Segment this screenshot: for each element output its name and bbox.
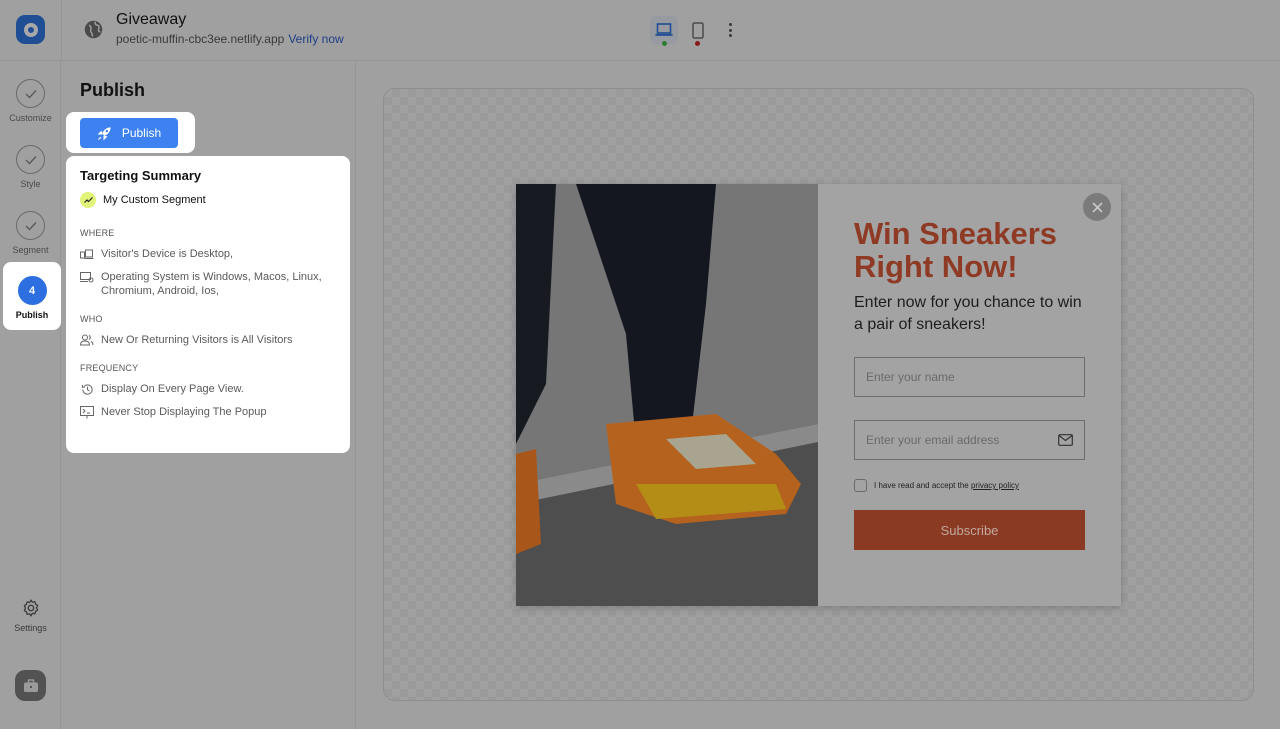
sneaker-photo [516, 184, 818, 606]
laptop-icon [655, 23, 673, 36]
step-rail: Customize Style Segment 4 Publish Settin… [0, 61, 61, 729]
email-input[interactable]: Enter your email address [854, 420, 1085, 460]
step-label: Customize [9, 113, 52, 123]
verify-now-link[interactable]: Verify now [288, 32, 343, 46]
trend-icon [80, 192, 96, 208]
mail-icon [1058, 434, 1073, 446]
frequency-label: FREQUENCY [80, 363, 139, 373]
subscribe-button[interactable]: Subscribe [854, 510, 1085, 550]
privacy-checkbox[interactable] [854, 479, 867, 492]
mobile-view-button[interactable] [684, 16, 712, 44]
email-placeholder: Enter your email address [866, 433, 1000, 447]
mobile-status-dot [695, 41, 700, 46]
settings-button[interactable]: Settings [0, 596, 61, 633]
site-title: Giveaway [116, 11, 187, 28]
frequency-item: Display On Every Page View. [80, 382, 336, 396]
where-text: Operating System is Windows, Macos, Linu… [101, 271, 322, 297]
step-number: 4 [17, 276, 47, 305]
popup-preview: Win Sneakers Right Now! Enter now for yo… [516, 184, 1121, 606]
publish-button[interactable]: Publish [80, 118, 178, 148]
name-input[interactable]: Enter your name [854, 357, 1085, 397]
phone-icon [692, 21, 704, 39]
name-placeholder: Enter your name [866, 370, 955, 384]
os-settings-icon [80, 270, 94, 284]
where-label: WHERE [80, 228, 115, 238]
frequency-text: Display On Every Page View. [101, 383, 244, 395]
step-segment[interactable]: Segment [0, 211, 61, 255]
publish-button-label: Publish [121, 126, 162, 140]
where-text: Visitor's Device is Desktop, [101, 248, 234, 260]
devices-icon [80, 247, 94, 261]
gear-icon [23, 599, 38, 617]
segment-label: My Custom Segment [103, 194, 206, 206]
check-icon [16, 211, 45, 240]
popup-subhead: Enter now for you chance to win a pair o… [854, 294, 1082, 333]
step-publish[interactable]: 4 Publish [3, 262, 61, 330]
check-icon [16, 145, 45, 174]
frequency-text: Never Stop Displaying The Popup [101, 406, 267, 418]
who-label: WHO [80, 314, 103, 324]
globe-icon [84, 20, 103, 39]
targeting-summary-card: Targeting Summary My Custom Segment WHER… [66, 156, 350, 453]
settings-label: Settings [14, 623, 47, 633]
sneaker-image [516, 184, 818, 606]
check-icon [16, 79, 45, 108]
app-logo[interactable] [16, 15, 45, 44]
segment-name: My Custom Segment [80, 192, 336, 208]
where-item: Visitor's Device is Desktop, [80, 247, 336, 261]
summary-title: Targeting Summary [80, 168, 202, 183]
briefcase-icon [23, 678, 38, 692]
publish-button-highlight: Publish [66, 112, 195, 153]
step-label: Publish [15, 310, 49, 320]
who-item: New Or Returning Visitors is All Visitor… [80, 333, 336, 347]
consent-text: I have read and accept the privacy polic… [874, 481, 1019, 490]
step-style[interactable]: Style [0, 145, 61, 189]
close-icon [1091, 201, 1103, 213]
desktop-status-dot [662, 41, 667, 46]
history-icon [80, 382, 94, 396]
privacy-consent: I have read and accept the privacy polic… [854, 479, 1019, 492]
frequency-item: Never Stop Displaying The Popup [80, 405, 336, 419]
divider [61, 0, 62, 61]
top-bar: Giveaway poetic-muffin-cbc3ee.netlify.ap… [0, 0, 1280, 61]
screen-icon [80, 405, 94, 419]
step-customize[interactable]: Customize [0, 79, 61, 123]
popup-headline: Win Sneakers Right Now! [854, 216, 1058, 284]
site-url-text: poetic-muffin-cbc3ee.netlify.app [116, 32, 285, 46]
step-label: Style [20, 179, 41, 189]
panel-title: Publish [80, 80, 146, 100]
users-icon [80, 333, 94, 347]
briefcase-button[interactable] [15, 670, 46, 701]
more-options-icon[interactable] [722, 20, 738, 40]
site-url: poetic-muffin-cbc3ee.netlify.app Verify n… [116, 32, 344, 46]
where-item: Operating System is Windows, Macos, Linu… [80, 270, 336, 298]
step-label: Segment [12, 245, 49, 255]
rocket-icon [97, 126, 111, 140]
publish-panel: Publish Publish Targeting Summary My Cus… [62, 61, 356, 729]
who-text: New Or Returning Visitors is All Visitor… [101, 334, 293, 346]
desktop-view-button[interactable] [650, 16, 678, 44]
consent-label: I have read and accept the [874, 481, 971, 490]
privacy-policy-link[interactable]: privacy policy [971, 481, 1019, 490]
